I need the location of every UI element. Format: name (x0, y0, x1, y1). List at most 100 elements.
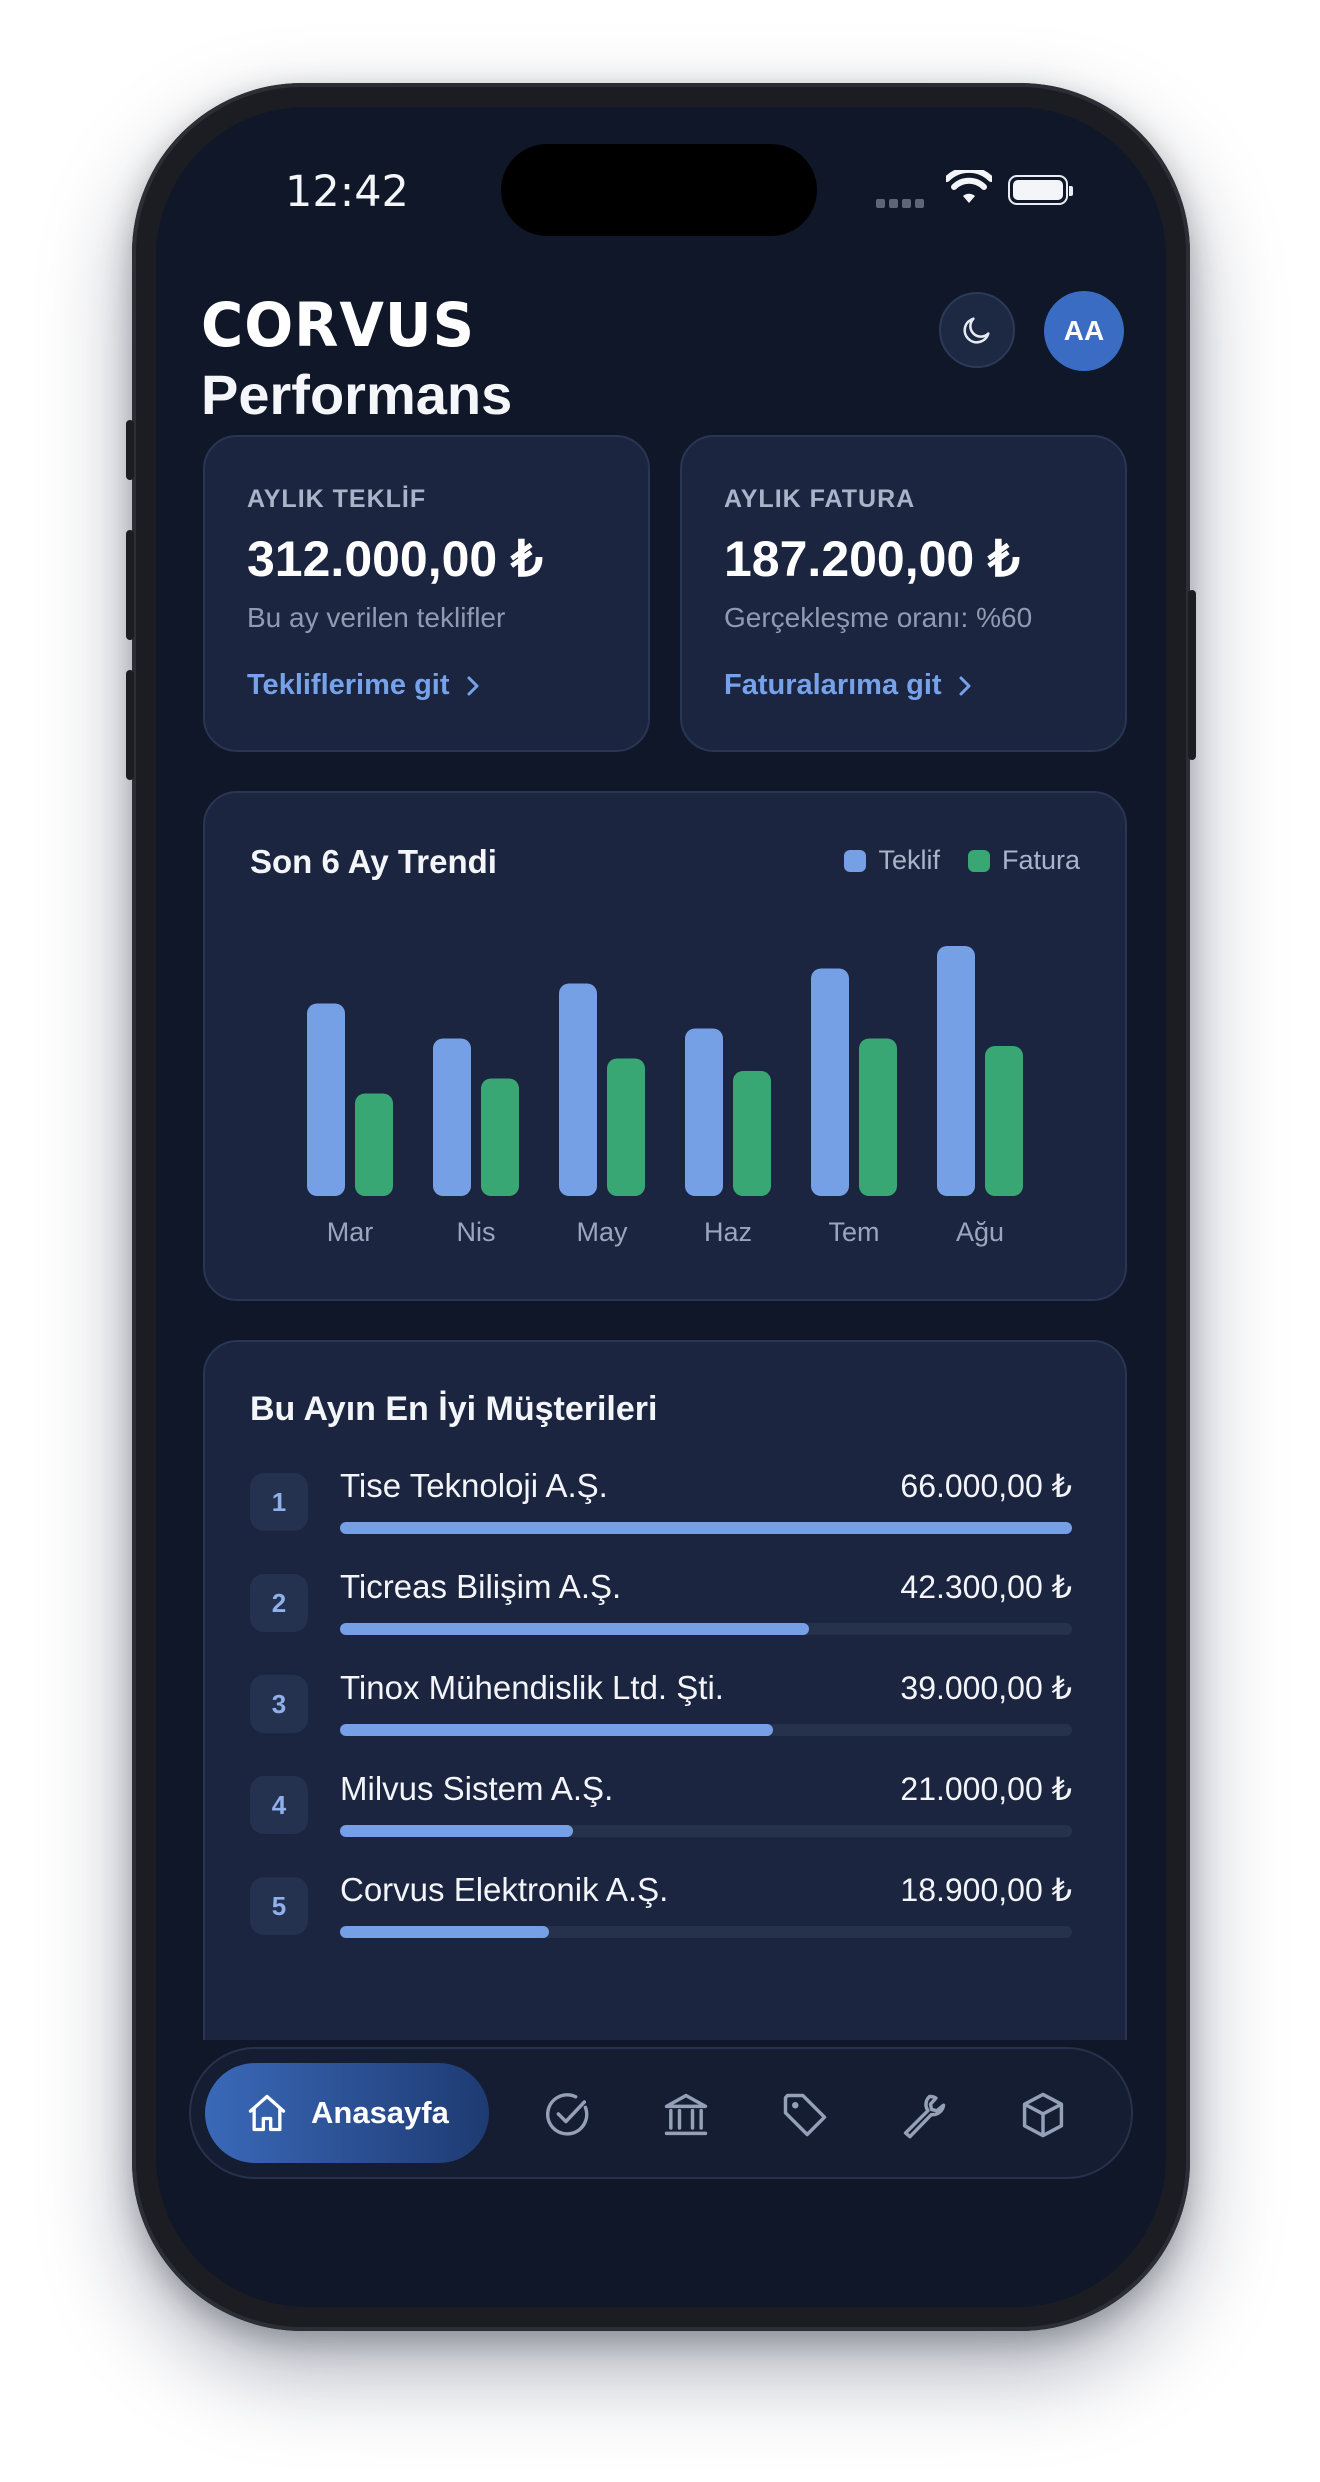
share-bar-fill (340, 1522, 1072, 1534)
x-tick-label: Tem (828, 1217, 879, 1247)
customer-amount: 21.000,00 ₺ (900, 1771, 1072, 1807)
rank-badge: 1 (250, 1473, 308, 1531)
offers-link[interactable]: Tekliflerime git (247, 669, 480, 702)
nav-tasks-button[interactable] (539, 2087, 595, 2143)
theme-toggle-button[interactable] (939, 292, 1015, 368)
check-circle-icon (545, 2093, 589, 2136)
customer-name: Corvus Elektronik A.Ş. (340, 1871, 669, 1908)
bar-teklif-5 (937, 946, 975, 1196)
battery-icon (1008, 175, 1073, 205)
customer-amount: 66.000,00 ₺ (900, 1468, 1072, 1504)
legend-swatch (967, 849, 990, 872)
customer-name: Tinox Mühendislik Ltd. Şti. (340, 1669, 724, 1706)
nav-home-label: Anasayfa (311, 2095, 449, 2130)
kpi-value: 312.000,00 ₺ (247, 531, 543, 587)
side-button (126, 530, 134, 640)
nav-products-button[interactable] (1015, 2087, 1071, 2143)
share-bar-fill (340, 1724, 773, 1736)
side-button (126, 670, 134, 780)
trend-bar-chart: Mar Nis May Haz Tem Ağu (307, 946, 1023, 1247)
invoices-link-label: Faturalarıma git (724, 669, 942, 701)
legend-item-teklif: Teklif (844, 845, 940, 876)
bar-teklif-4 (811, 968, 849, 1196)
bank-icon (664, 2093, 708, 2136)
legend-label: Teklif (878, 845, 940, 875)
invoices-link[interactable]: Faturalarıma git (724, 669, 972, 702)
signal-icon (876, 193, 928, 212)
bar-fatura-3 (733, 1071, 771, 1196)
legend-label: Fatura (1001, 845, 1080, 875)
kpi-subtitle: Gerçekleşme oranı: %60 (724, 602, 1033, 633)
kpi-card-offers: AYLIK TEKLİF 312.000,00 ₺ Bu ay verilen … (203, 435, 650, 752)
app-screen: 12:42 CORVUS AA Performans AYLIK TEKLİF … (156, 107, 1166, 2307)
x-tick-label: May (576, 1217, 628, 1247)
kpi-subtitle: Bu ay verilen teklifler (247, 602, 506, 633)
kpi-card-invoices: AYLIK FATURA 187.200,00 ₺ Gerçekleşme or… (680, 435, 1127, 752)
chevron-right-icon (467, 676, 479, 695)
avatar[interactable]: AA (1044, 291, 1124, 371)
nav-service-button[interactable] (896, 2087, 952, 2143)
customer-name: Tise Teknoloji A.Ş. (340, 1467, 608, 1504)
home-icon (248, 2094, 286, 2132)
list-item[interactable]: 4 Milvus Sistem A.Ş. 21.000,00 ₺ (250, 1770, 1072, 1856)
offers-link-label: Tekliflerime git (247, 669, 450, 701)
page-title: Performans (201, 363, 513, 426)
x-tick-label: Ağu (956, 1217, 1004, 1247)
x-tick-label: Mar (327, 1217, 374, 1247)
list-item[interactable]: 1 Tise Teknoloji A.Ş. 66.000,00 ₺ (250, 1467, 1072, 1553)
moon-icon (963, 317, 990, 344)
cube-icon (1022, 2092, 1064, 2138)
top-customers-card: Bu Ayın En İyi Müşterileri 1 Tise Teknolo… (203, 1340, 1127, 2040)
chart-title: Son 6 Ay Trendi (250, 843, 497, 880)
status-time: 12:42 (285, 167, 409, 217)
bar-fatura-2 (607, 1058, 645, 1196)
share-bar-fill (340, 1825, 573, 1837)
customer-amount: 42.300,00 ₺ (900, 1569, 1072, 1605)
list-item[interactable]: 5 Corvus Elektronik A.Ş. 18.900,00 ₺ (250, 1871, 1072, 1957)
bar-teklif-0 (307, 1003, 345, 1196)
x-tick-label: Nis (457, 1217, 496, 1247)
kpi-label: AYLIK FATURA (724, 485, 916, 513)
share-bar-track (340, 1522, 1072, 1534)
legend-swatch (844, 849, 867, 872)
list-item[interactable]: 3 Tinox Mühendislik Ltd. Şti. 39.000,00 ₺ (250, 1669, 1072, 1755)
bar-fatura-0 (355, 1093, 393, 1196)
wrench-icon (903, 2094, 946, 2139)
x-tick-label: Haz (704, 1217, 752, 1247)
nav-bank-button[interactable] (658, 2087, 714, 2143)
nav-home-button[interactable]: Anasayfa (205, 2063, 489, 2163)
rank-badge: 3 (250, 1675, 308, 1733)
logo-mark: CORVUS (201, 290, 475, 361)
top-customers-title: Bu Ayın En İyi Müşterileri (250, 1390, 658, 1428)
corvus-logo: CORVUS (201, 290, 477, 369)
customer-name: Milvus Sistem A.Ş. (340, 1770, 614, 1807)
list-item[interactable]: 2 Ticreas Bilişim A.Ş. 42.300,00 ₺ (250, 1568, 1072, 1654)
share-bar-fill (340, 1926, 550, 1938)
chevron-right-icon (959, 676, 971, 695)
side-button (1188, 590, 1196, 760)
bar-fatura-1 (481, 1078, 519, 1196)
share-bar-track (340, 1926, 1072, 1938)
customer-amount: 18.900,00 ₺ (900, 1872, 1072, 1908)
customer-name: Ticreas Bilişim A.Ş. (340, 1568, 622, 1605)
share-bar-track (340, 1724, 1072, 1736)
bar-fatura-5 (985, 1046, 1023, 1196)
side-button (126, 420, 134, 480)
kpi-value: 187.200,00 ₺ (724, 531, 1020, 587)
bar-teklif-2 (559, 983, 597, 1196)
share-bar-fill (340, 1623, 810, 1635)
bar-teklif-1 (433, 1038, 471, 1196)
bottom-nav: Anasayfa (189, 2047, 1133, 2179)
bar-fatura-4 (859, 1038, 897, 1196)
rank-badge: 5 (250, 1877, 308, 1935)
customer-amount: 39.000,00 ₺ (900, 1670, 1072, 1706)
wifi-icon (946, 170, 992, 203)
nav-tags-button[interactable] (777, 2087, 833, 2143)
share-bar-track (340, 1825, 1072, 1837)
logo-text: CORVUS (201, 295, 475, 353)
kpi-label: AYLIK TEKLİF (247, 485, 427, 513)
bar-teklif-3 (685, 1028, 723, 1196)
rank-badge: 2 (250, 1574, 308, 1632)
share-bar-track (340, 1623, 1072, 1635)
dynamic-island (501, 144, 817, 236)
